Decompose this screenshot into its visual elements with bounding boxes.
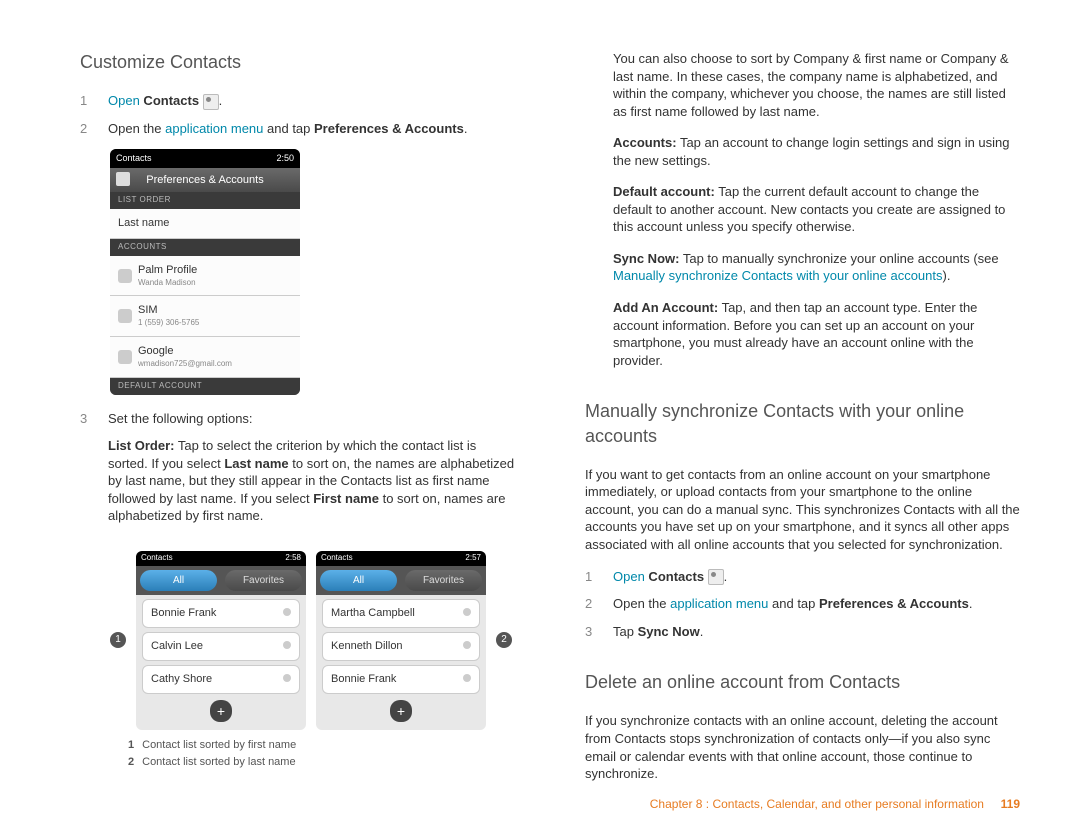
contact-row: Bonnie Frank — [322, 665, 480, 694]
phone-screenshot-preferences: Contacts 2:50 Preferences & Accounts LIS… — [110, 149, 300, 394]
heading-customize-contacts: Customize Contacts — [80, 50, 515, 74]
step-2b: 2 Open the application menu and tap Pref… — [585, 595, 1020, 613]
callout-2: 2 — [496, 632, 512, 648]
left-column: Customize Contacts 1 Open Contacts . 2 O… — [80, 50, 515, 797]
open-link[interactable]: Open — [613, 569, 645, 584]
palm-icon — [118, 269, 132, 283]
delete-account-description: If you synchronize contacts with an onli… — [585, 712, 1020, 782]
chapter-label: Chapter 8 : Contacts, Calendar, and othe… — [650, 797, 984, 811]
phone-last-name-sort: Contacts2:57 AllFavorites Martha Campbel… — [316, 551, 486, 730]
account-row: Palm ProfileWanda Madison — [110, 256, 300, 297]
step-number: 1 — [80, 92, 90, 110]
step-3: 3 Set the following options: List Order:… — [80, 410, 515, 539]
step-text: Open the application menu and tap Prefer… — [108, 120, 515, 138]
step-number: 3 — [80, 410, 90, 539]
step-number: 2 — [80, 120, 90, 138]
app-menu-link[interactable]: application menu — [165, 121, 263, 136]
page-number: 119 — [1001, 797, 1020, 811]
add-account-description: Add An Account: Tap, and then tap an acc… — [585, 299, 1020, 369]
phone-first-name-sort: Contacts2:58 AllFavorites Bonnie Frank C… — [136, 551, 306, 730]
callout-1: 1 — [110, 632, 126, 648]
app-menu-link[interactable]: application menu — [670, 596, 768, 611]
accounts-description: Accounts: Tap an account to change login… — [585, 134, 1020, 169]
open-link[interactable]: Open — [108, 93, 140, 108]
step-2: 2 Open the application menu and tap Pref… — [80, 120, 515, 138]
account-row: Googlewmadison725@gmail.com — [110, 337, 300, 378]
phone-screenshot-pair: 1 Contacts2:58 AllFavorites Bonnie Frank… — [110, 551, 515, 730]
list-order-row: Last name — [110, 209, 300, 239]
right-column: You can also choose to sort by Company &… — [585, 50, 1020, 797]
add-icon: + — [390, 700, 412, 722]
heading-manual-sync: Manually synchronize Contacts with your … — [585, 399, 1020, 448]
account-row: SIM1 (559) 306-5765 — [110, 296, 300, 337]
contacts-icon — [116, 172, 130, 186]
contact-row: Martha Campbell — [322, 599, 480, 628]
step-1: 1 Open Contacts . — [80, 92, 515, 110]
contact-row: Bonnie Frank — [142, 599, 300, 628]
default-account-description: Default account: Tap the current default… — [585, 183, 1020, 236]
sync-now-description: Sync Now: Tap to manually synchronize yo… — [585, 250, 1020, 285]
add-icon: + — [210, 700, 232, 722]
caption-list: 1Contact list sorted by first name 2Cont… — [128, 738, 515, 770]
contacts-icon — [708, 569, 724, 585]
sim-icon — [118, 309, 132, 323]
contact-row: Calvin Lee — [142, 632, 300, 661]
step-text: Open Contacts . — [108, 92, 515, 110]
heading-delete-account: Delete an online account from Contacts — [585, 670, 1020, 694]
step-text: Set the following options: List Order: T… — [108, 410, 515, 539]
list-order-description: List Order: Tap to select the criterion … — [108, 437, 515, 525]
contacts-label: Contacts — [140, 93, 199, 108]
contact-row: Kenneth Dillon — [322, 632, 480, 661]
google-icon — [118, 350, 132, 364]
step-1b: 1 Open Contacts . — [585, 568, 1020, 586]
contacts-icon — [203, 94, 219, 110]
sync-link[interactable]: Manually synchronize Contacts with your … — [613, 268, 943, 283]
step-3b: 3 Tap Sync Now. — [585, 623, 1020, 641]
contact-row: Cathy Shore — [142, 665, 300, 694]
page-footer: Chapter 8 : Contacts, Calendar, and othe… — [650, 796, 1020, 812]
manual-sync-description: If you want to get contacts from an onli… — [585, 466, 1020, 554]
sort-description: You can also choose to sort by Company &… — [585, 50, 1020, 120]
